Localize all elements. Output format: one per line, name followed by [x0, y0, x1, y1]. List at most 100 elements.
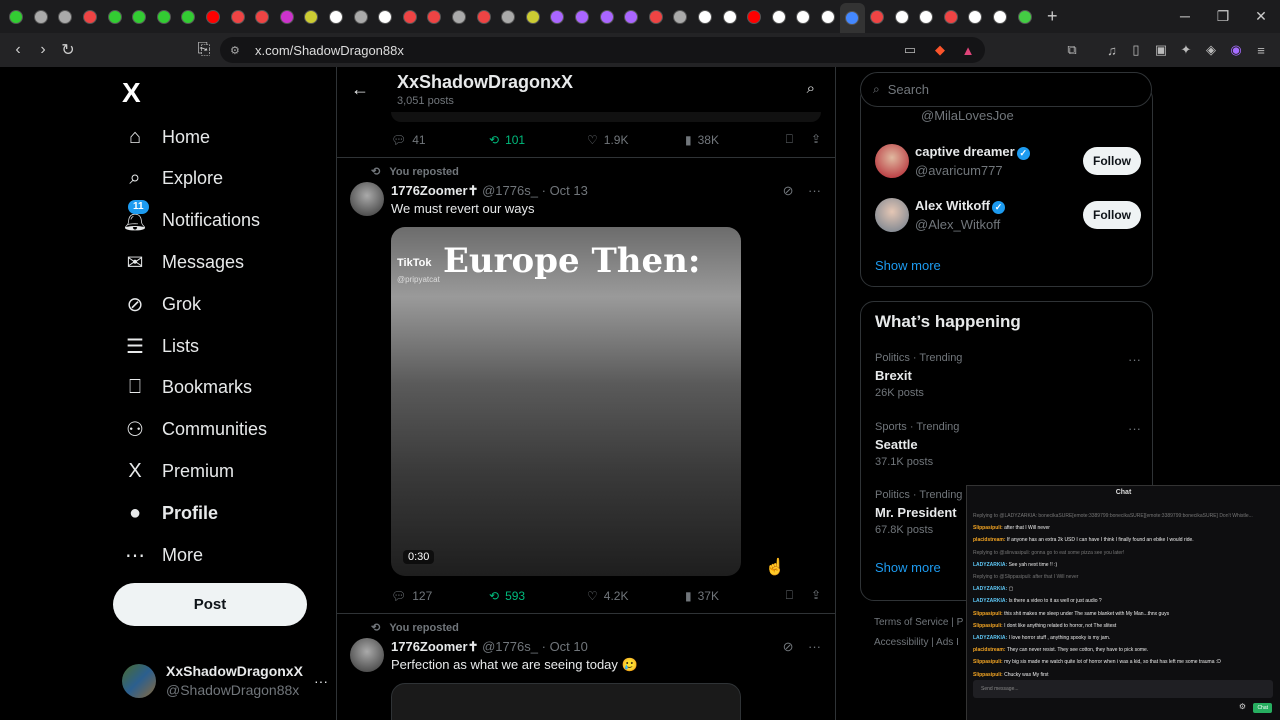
- nav-item-premium[interactable]: X Premium: [123, 451, 234, 491]
- more-icon[interactable]: ···: [808, 183, 821, 198]
- chat-send-button[interactable]: Chat: [1253, 703, 1272, 713]
- chat-username[interactable]: Slippasipuli:: [973, 611, 1003, 617]
- browser-tab[interactable]: [176, 5, 201, 29]
- browser-tab[interactable]: [717, 5, 742, 29]
- browser-tab[interactable]: [447, 5, 472, 29]
- browser-tab[interactable]: [4, 5, 29, 29]
- brave-shield-icon[interactable]: ◆: [930, 40, 950, 60]
- author-handle[interactable]: @1776s_: [482, 639, 538, 654]
- browser-tab[interactable]: [422, 5, 447, 29]
- browser-tab[interactable]: [102, 5, 127, 29]
- post-date[interactable]: Oct 13: [550, 183, 588, 198]
- account-switcher[interactable]: XxShadowDragonxX @ShadowDragon88x ···: [122, 663, 332, 698]
- chat-username[interactable]: Slippasipuli:: [973, 525, 1003, 531]
- browser-tab[interactable]: [742, 5, 767, 29]
- browser-tab[interactable]: [201, 5, 226, 29]
- follow-suggestion[interactable]: Alex Witkoff ✓ @Alex_Witkoff Follow: [875, 198, 1141, 232]
- browser-tab[interactable]: [373, 5, 398, 29]
- forward-icon[interactable]: ›: [31, 38, 55, 62]
- sidebar-icon[interactable]: ▯: [1126, 40, 1146, 60]
- cast-icon[interactable]: ▭: [900, 40, 920, 60]
- close-window-icon[interactable]: ✕: [1242, 0, 1280, 33]
- browser-tab[interactable]: [865, 5, 890, 29]
- chat-username[interactable]: placidstream:: [973, 537, 1006, 543]
- minimize-icon[interactable]: ─: [1166, 0, 1204, 33]
- reply-button[interactable]: 💬︎ 127: [391, 589, 489, 603]
- show-more-link[interactable]: Show more: [875, 258, 941, 273]
- browser-tab[interactable]: [643, 5, 668, 29]
- browser-tab[interactable]: [668, 5, 693, 29]
- browser-tab[interactable]: [250, 5, 275, 29]
- vpn-icon[interactable]: ◈: [1201, 40, 1221, 60]
- views-button[interactable]: ▮ 37K: [685, 589, 783, 603]
- search-input[interactable]: ⌕ Search: [860, 72, 1152, 107]
- like-button[interactable]: ♡ 1.9K: [587, 133, 685, 147]
- browser-tab[interactable]: [889, 5, 914, 29]
- author-name[interactable]: 1776Zoomer✝: [391, 639, 478, 654]
- browser-tab[interactable]: [939, 5, 964, 29]
- show-more-link[interactable]: Show more: [875, 560, 941, 575]
- bookmark-icon[interactable]: ⎕: [786, 132, 793, 147]
- music-icon[interactable]: ♫: [1102, 40, 1122, 60]
- new-tab-icon[interactable]: +: [1047, 6, 1058, 27]
- site-info-icon[interactable]: ⚙: [230, 44, 240, 57]
- share-icon[interactable]: ⇪: [811, 588, 821, 603]
- browser-tab[interactable]: [471, 5, 496, 29]
- back-arrow-icon[interactable]: ←: [351, 79, 369, 100]
- chat-username[interactable]: Slippasipuli:: [973, 672, 1003, 678]
- more-icon[interactable]: ···: [1128, 352, 1141, 367]
- maximize-icon[interactable]: ❐: [1204, 0, 1242, 33]
- browser-tab[interactable]: [545, 5, 570, 29]
- brave-rewards-icon[interactable]: ▲: [958, 40, 978, 60]
- chat-username[interactable]: LADYZARKIA:: [973, 635, 1007, 641]
- bookmark-icon[interactable]: ⎕: [786, 588, 793, 603]
- reply-button[interactable]: 💬︎ 41: [391, 133, 489, 147]
- follow-suggestion[interactable]: captive dreamer ✓ @avaricum777 Follow: [875, 144, 1141, 178]
- chat-username[interactable]: placidstream:: [973, 647, 1006, 653]
- like-button[interactable]: ♡ 4.2K: [587, 589, 685, 603]
- leo-icon[interactable]: ✦: [1176, 40, 1196, 60]
- repost-button[interactable]: ⟲ 101: [489, 133, 587, 147]
- x-logo-icon[interactable]: X: [122, 77, 141, 109]
- avatar[interactable]: [350, 638, 384, 672]
- author-handle[interactable]: @1776s_: [482, 183, 538, 198]
- browser-tab[interactable]: [275, 5, 300, 29]
- post-date[interactable]: Oct 10: [550, 639, 588, 654]
- follow-button[interactable]: Follow: [1083, 147, 1141, 175]
- bookmark-page-icon[interactable]: ⎘: [192, 38, 216, 62]
- more-icon[interactable]: ···: [314, 673, 328, 689]
- browser-tab[interactable]: [152, 5, 177, 29]
- screenshot-icon[interactable]: ⧉: [1062, 40, 1082, 60]
- browser-tab[interactable]: [398, 5, 423, 29]
- avatar[interactable]: [350, 182, 384, 216]
- follow-button[interactable]: Follow: [1083, 201, 1141, 229]
- post-media[interactable]: [391, 683, 741, 720]
- reload-icon[interactable]: ↻: [56, 38, 80, 62]
- browser-tab[interactable]: [53, 5, 78, 29]
- nav-item-profile[interactable]: ● Profile: [123, 493, 218, 533]
- repost-button[interactable]: ⟲ 593: [489, 589, 587, 603]
- browser-tab[interactable]: [78, 5, 103, 29]
- browser-tab[interactable]: [963, 5, 988, 29]
- nav-item-communities[interactable]: ⚇ Communities: [123, 410, 267, 450]
- nav-item-home[interactable]: ⌂ Home: [123, 117, 210, 157]
- more-icon[interactable]: ···: [808, 639, 821, 654]
- extension-icon[interactable]: ◉: [1226, 40, 1246, 60]
- nav-item-explore[interactable]: ⌕ Explore: [123, 159, 223, 199]
- browser-tab[interactable]: [619, 5, 644, 29]
- browser-tab[interactable]: [594, 5, 619, 29]
- nav-item-more[interactable]: ⋯ More: [123, 535, 203, 575]
- browser-tab[interactable]: [496, 5, 521, 29]
- nav-item-notifications[interactable]: 🔔︎ 11 Notifications: [122, 199, 260, 241]
- browser-tab[interactable]: [570, 5, 595, 29]
- address-bar[interactable]: ⚙ x.com/ShadowDragon88x: [220, 37, 985, 63]
- video-player[interactable]: TikTok @pripyatcat Europe Then: 0:30: [391, 227, 741, 576]
- wallet-icon[interactable]: ▣: [1151, 40, 1171, 60]
- more-icon[interactable]: ···: [1128, 421, 1141, 436]
- chat-username[interactable]: LADYZARKIA:: [973, 598, 1007, 604]
- trend-item[interactable]: Sports · Trending Seattle 37.1K posts ···: [875, 421, 1141, 468]
- author-name[interactable]: 1776Zoomer✝: [391, 183, 478, 198]
- browser-tab[interactable]: [520, 5, 545, 29]
- chat-username[interactable]: Slippasipuli:: [973, 623, 1003, 629]
- browser-tab[interactable]: [348, 5, 373, 29]
